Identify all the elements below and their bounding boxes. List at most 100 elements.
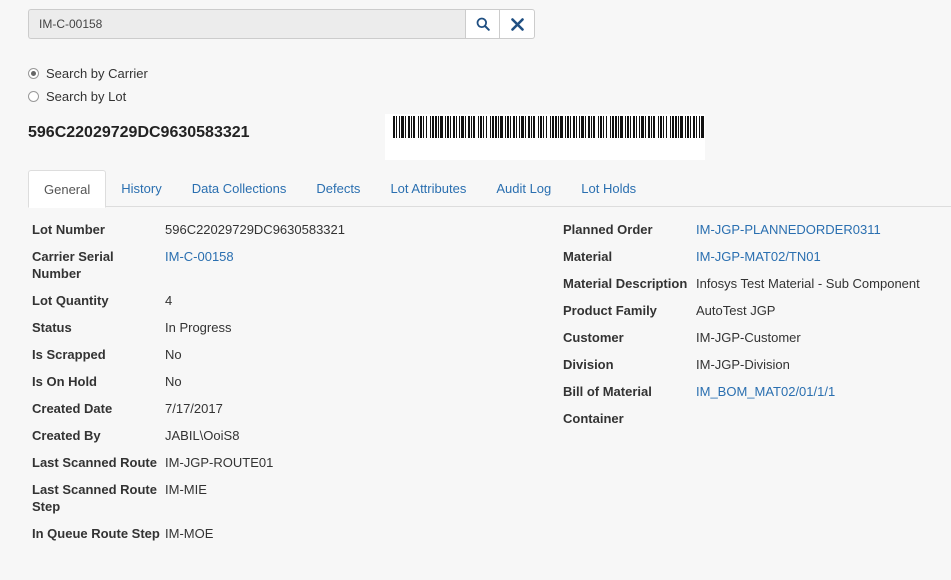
barcode-bar xyxy=(423,116,424,138)
field-value: IM-JGP-ROUTE01 xyxy=(165,455,274,470)
barcode-bar xyxy=(560,116,563,138)
material-link[interactable]: IM-JGP-MAT02/TN01 xyxy=(696,248,821,265)
search-button[interactable] xyxy=(465,9,500,39)
tab-audit-log[interactable]: Audit Log xyxy=(481,170,566,207)
barcode-bar xyxy=(490,116,491,138)
barcode-bar xyxy=(426,116,427,138)
barcode-bar xyxy=(440,116,443,138)
field-label: Material Description xyxy=(563,276,688,291)
barcode-bar xyxy=(513,116,515,138)
barcode-bar xyxy=(565,116,566,138)
barcode-bar xyxy=(538,116,539,138)
barcode-bar xyxy=(401,116,404,138)
field-last-scanned-route-step: Last Scanned Route Step IM-MIE xyxy=(32,476,345,520)
field-status: Status In Progress xyxy=(32,314,345,341)
radio-button[interactable] xyxy=(28,68,39,79)
radio-button[interactable] xyxy=(28,91,39,102)
barcode-bar xyxy=(408,116,410,138)
barcode-bar xyxy=(461,116,464,138)
barcode-bar xyxy=(678,116,679,138)
field-value: IM-JGP-Division xyxy=(696,357,790,372)
barcode-bar xyxy=(438,116,439,138)
field-created-by: Created By JABIL\OoiS8 xyxy=(32,422,345,449)
field-value: 7/17/2017 xyxy=(165,401,223,416)
barcode-bar xyxy=(620,116,623,138)
barcode-bar xyxy=(585,116,586,138)
barcode-bar xyxy=(598,116,599,138)
barcode-bar xyxy=(651,116,652,138)
barcode-bar xyxy=(543,116,544,138)
barcode-bar xyxy=(546,116,547,138)
tab-defects[interactable]: Defects xyxy=(301,170,375,207)
barcode-bar xyxy=(660,116,662,138)
barcode-bar xyxy=(396,116,397,138)
field-value: No xyxy=(165,347,182,362)
field-label: Carrier Serial Number xyxy=(32,249,114,281)
bill-of-material-link[interactable]: IM_BOM_MAT02/01/1/1 xyxy=(696,383,835,400)
field-label: Created By xyxy=(32,428,101,443)
barcode-bar xyxy=(558,116,559,138)
field-lot-number: Lot Number 596C22029729DC9630583321 xyxy=(32,216,345,243)
barcode-bar xyxy=(516,116,517,138)
general-left-column: Lot Number 596C22029729DC9630583321 Carr… xyxy=(32,216,345,547)
barcode-bar xyxy=(567,116,569,138)
field-lot-quantity: Lot Quantity 4 xyxy=(32,287,345,314)
search-icon xyxy=(476,17,490,31)
field-label: Customer xyxy=(563,330,624,345)
field-material-description: Material Description Infosys Test Materi… xyxy=(563,270,920,297)
barcode-bar xyxy=(555,116,557,138)
barcode-bar xyxy=(633,116,635,138)
barcode-bar xyxy=(666,116,667,138)
carrier-serial-link[interactable]: IM-C-00158 xyxy=(165,248,234,282)
barcode-bar xyxy=(528,116,530,138)
close-icon xyxy=(510,17,524,31)
lot-title: 596C22029729DC9630583321 xyxy=(28,124,250,141)
planned-order-link[interactable]: IM-JGP-PLANNEDORDER0311 xyxy=(696,221,881,238)
barcode-bar xyxy=(435,116,437,138)
field-label: Lot Number xyxy=(32,222,105,237)
tab-lot-holds[interactable]: Lot Holds xyxy=(566,170,651,207)
barcode-bar xyxy=(685,116,686,138)
field-value: AutoTest JGP xyxy=(696,303,776,318)
tab-history[interactable]: History xyxy=(106,170,176,207)
tab-general[interactable]: General xyxy=(28,170,107,208)
barcode-bar xyxy=(531,116,532,138)
barcode-bar xyxy=(606,116,607,138)
barcode-bar xyxy=(495,116,497,138)
field-division: Division IM-JGP-Division xyxy=(563,351,920,378)
barcode-bar xyxy=(521,116,524,138)
barcode-bar xyxy=(603,116,604,138)
barcode-bar xyxy=(658,116,659,138)
radio-search-by-lot[interactable]: Search by Lot xyxy=(28,85,148,108)
barcode-bar xyxy=(480,116,482,138)
barcode-bar xyxy=(507,116,509,138)
field-label: Bill of Material xyxy=(563,384,652,399)
field-planned-order: Planned Order IM-JGP-PLANNEDORDER0311 xyxy=(563,216,920,243)
field-carrier-serial-number: Carrier Serial Number IM-C-00158 xyxy=(32,243,345,287)
barcode-bar xyxy=(411,116,412,138)
field-is-scrapped: Is Scrapped No xyxy=(32,341,345,368)
barcode-bar xyxy=(593,116,595,138)
barcode-bar xyxy=(418,116,419,138)
clear-button[interactable] xyxy=(500,9,535,39)
barcode-bar xyxy=(413,116,415,138)
radio-search-by-carrier[interactable]: Search by Carrier xyxy=(28,62,148,85)
barcode-bar xyxy=(687,116,689,138)
field-material: Material IM-JGP-MAT02/TN01 xyxy=(563,243,920,270)
barcode-bar xyxy=(500,116,503,138)
barcode-bar xyxy=(420,116,422,138)
field-value: 4 xyxy=(165,293,173,308)
tab-lot-attributes[interactable]: Lot Attributes xyxy=(375,170,481,207)
search-input[interactable] xyxy=(28,9,465,39)
barcode-bar xyxy=(579,116,580,138)
tab-data-collections[interactable]: Data Collections xyxy=(177,170,302,207)
barcode-bar xyxy=(510,116,511,138)
field-label: Is On Hold xyxy=(32,374,97,389)
barcode-bar xyxy=(636,116,637,138)
field-value: In Progress xyxy=(165,320,232,335)
field-label: Last Scanned Route Step xyxy=(32,482,157,514)
barcode-bar xyxy=(680,116,683,138)
field-container: Container xyxy=(563,405,920,432)
barcode-bar xyxy=(641,116,644,138)
barcode-bar xyxy=(486,116,487,138)
